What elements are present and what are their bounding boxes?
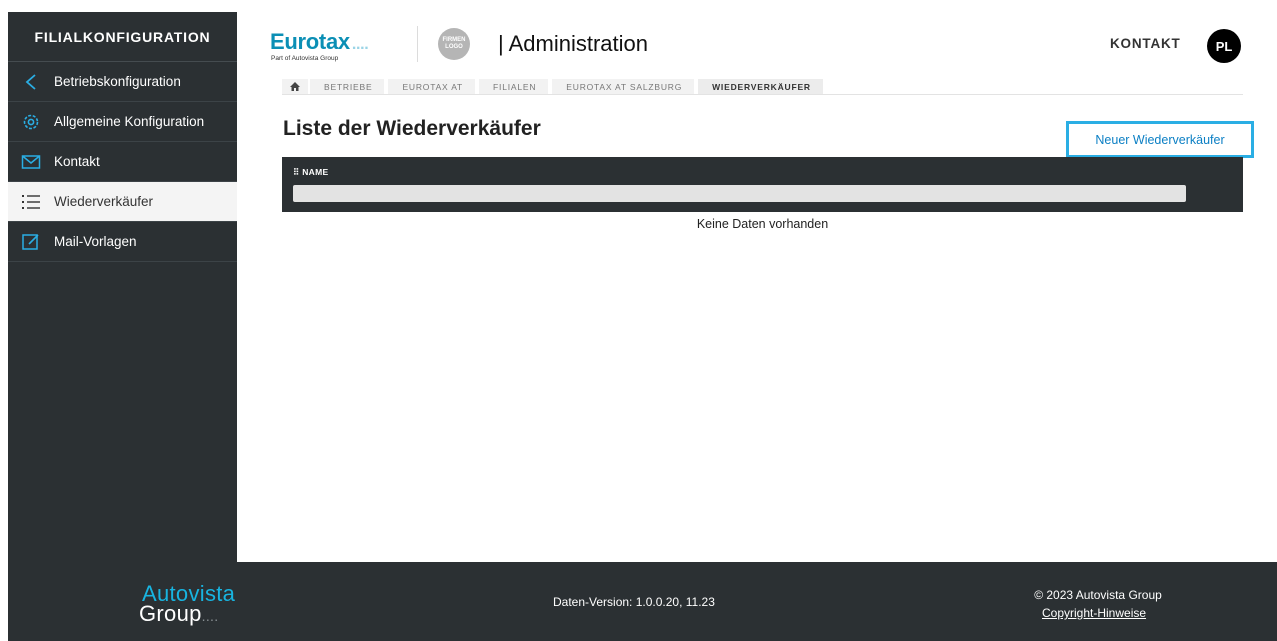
- breadcrumb-item-filialen[interactable]: FILIALEN: [479, 79, 549, 94]
- gear-icon: [20, 111, 42, 133]
- column-header-name[interactable]: ⠿ NAME: [293, 167, 328, 178]
- new-reseller-button[interactable]: Neuer Wiederverkäufer: [1066, 121, 1254, 158]
- breadcrumb: BETRIEBE EUROTAX AT FILIALEN EUROTAX AT …: [282, 79, 1243, 95]
- logo-dots-icon: ....: [351, 36, 369, 53]
- header-divider: [417, 26, 418, 62]
- eurotax-logo[interactable]: Eurotax....: [270, 29, 369, 55]
- sidebar-item-wiederverkaeufer[interactable]: Wiederverkäufer: [8, 182, 237, 222]
- chevron-left-icon: [20, 71, 42, 93]
- sidebar-item-mail-vorlagen[interactable]: Mail-Vorlagen: [8, 222, 237, 262]
- page-title: Liste der Wiederverkäufer: [283, 117, 541, 140]
- sort-icon: ⠿: [293, 167, 303, 177]
- contact-link[interactable]: KONTAKT: [1110, 36, 1181, 51]
- sidebar-item-label: Kontakt: [54, 154, 100, 169]
- home-icon[interactable]: [282, 79, 308, 94]
- app-frame: FILIALKONFIGURATION Betriebskonfiguratio…: [0, 0, 1277, 641]
- sidebar-item-allgemeine-konfiguration[interactable]: Allgemeine Konfiguration: [8, 102, 237, 142]
- avatar[interactable]: PL: [1207, 29, 1241, 63]
- sidebar-item-betriebskonfiguration[interactable]: Betriebskonfiguration: [8, 62, 237, 102]
- logo-dots-icon: ....: [201, 608, 219, 624]
- envelope-icon: [20, 151, 42, 173]
- breadcrumb-item-eurotax-at[interactable]: EUROTAX AT: [388, 79, 476, 94]
- breadcrumb-item-betriebe[interactable]: BETRIEBE: [310, 79, 385, 94]
- sidebar-title: FILIALKONFIGURATION: [8, 12, 237, 62]
- edit-icon: [20, 231, 42, 253]
- breadcrumb-item-wiederverkaeufer: WIEDERVERKÄUFER: [698, 79, 823, 94]
- sidebar-item-label: Mail-Vorlagen: [54, 234, 137, 249]
- sidebar-item-label: Betriebskonfiguration: [54, 74, 181, 89]
- data-version: Daten-Version: 1.0.0.20, 11.23: [553, 595, 715, 609]
- sidebar-item-kontakt[interactable]: Kontakt: [8, 142, 237, 182]
- page-header-title: | Administration: [498, 31, 649, 56]
- app-header: Eurotax.... Part of Autovista Group FIRM…: [270, 12, 1245, 76]
- copyright-text: © 2023 Autovista Group: [1034, 588, 1162, 602]
- footer: Autovista Group.... Daten-Version: 1.0.0…: [8, 562, 1277, 641]
- empty-state-text: Keine Daten vorhanden: [696, 217, 829, 231]
- sidebar-item-label: Allgemeine Konfiguration: [54, 114, 205, 129]
- autovista-logo-line2: Group....: [139, 601, 219, 626]
- name-filter-input[interactable]: [293, 185, 1186, 202]
- breadcrumb-item-eurotax-at-salzburg[interactable]: EUROTAX AT SALZBURG: [552, 79, 695, 94]
- firm-logo: FIRMEN LOGO: [438, 28, 470, 60]
- sidebar-item-label: Wiederverkäufer: [54, 194, 154, 209]
- list-icon: [20, 191, 42, 213]
- sidebar: FILIALKONFIGURATION Betriebskonfiguratio…: [8, 12, 237, 562]
- logo-subtitle: Part of Autovista Group: [271, 55, 339, 62]
- table-header: ⠿ NAME: [282, 157, 1243, 212]
- copyright-link[interactable]: Copyright-Hinweise: [1042, 606, 1146, 620]
